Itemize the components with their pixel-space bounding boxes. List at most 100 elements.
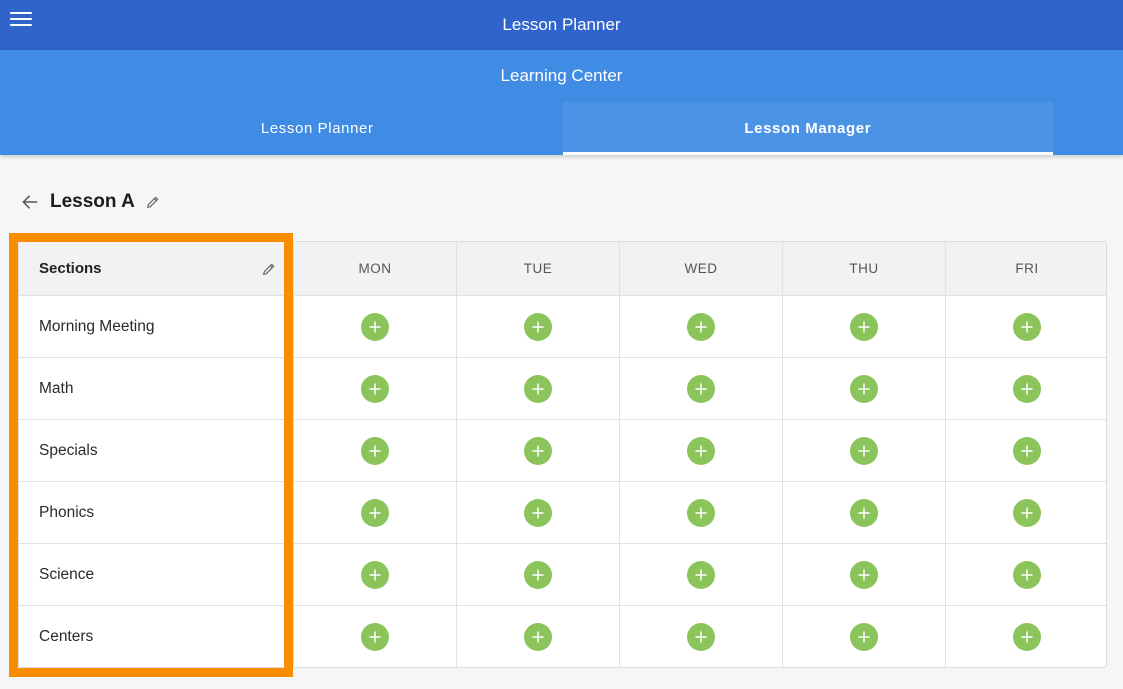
add-lesson-button[interactable] <box>687 374 715 403</box>
add-lesson-button[interactable] <box>524 623 552 651</box>
lesson-cell-mon <box>294 296 457 358</box>
plus-icon <box>369 320 381 333</box>
tab-lesson-manager[interactable]: Lesson Manager <box>562 102 1053 155</box>
plus-icon <box>1021 320 1033 333</box>
plus-icon <box>1021 631 1033 643</box>
add-lesson-button[interactable] <box>361 498 389 527</box>
lesson-cell-wed <box>620 296 783 358</box>
add-lesson-button[interactable] <box>850 560 878 589</box>
plus-icon <box>858 631 870 643</box>
add-lesson-button[interactable] <box>687 436 715 465</box>
pencil-icon[interactable] <box>261 261 277 277</box>
lesson-cell-wed <box>620 482 783 544</box>
section-row-label: Morning Meeting <box>19 296 294 358</box>
lesson-cell-fri <box>946 606 1106 667</box>
app-bar: Lesson Planner <box>0 0 1123 50</box>
day-header-thu: THU <box>783 242 946 296</box>
plus-icon <box>532 444 544 457</box>
plus-icon <box>1021 444 1033 457</box>
add-lesson-button[interactable] <box>361 312 389 341</box>
add-lesson-button[interactable] <box>524 498 552 527</box>
tab-lesson-planner[interactable]: Lesson Planner <box>72 102 563 155</box>
lesson-cell-wed <box>620 544 783 606</box>
lesson-cell-thu <box>783 420 946 482</box>
section-row-label: Centers <box>19 606 294 667</box>
app-title: Lesson Planner <box>502 15 621 34</box>
add-lesson-button[interactable] <box>1013 374 1041 403</box>
add-lesson-button[interactable] <box>850 374 878 403</box>
plus-icon <box>369 444 381 457</box>
lesson-grid: Sections MON TUE WED THU FRI Morning Mee… <box>18 241 1107 668</box>
day-header-fri: FRI <box>946 242 1106 296</box>
add-lesson-button[interactable] <box>1013 312 1041 341</box>
tab-bar: Lesson Planner Lesson Manager <box>72 102 1053 155</box>
add-lesson-button[interactable] <box>1013 623 1041 651</box>
day-header-tue: TUE <box>457 242 620 296</box>
lesson-cell-tue <box>457 482 620 544</box>
add-lesson-button[interactable] <box>524 374 552 403</box>
add-lesson-button[interactable] <box>1013 560 1041 589</box>
section-row-label: Specials <box>19 420 294 482</box>
section-row-label: Phonics <box>19 482 294 544</box>
add-lesson-button[interactable] <box>524 560 552 589</box>
lesson-cell-mon <box>294 606 457 667</box>
add-lesson-button[interactable] <box>850 312 878 341</box>
plus-icon <box>532 631 544 643</box>
lesson-cell-mon <box>294 544 457 606</box>
plus-icon <box>369 382 381 395</box>
lesson-title: Lesson A <box>50 191 135 212</box>
center-header: Learning Center Lesson Planner Lesson Ma… <box>0 50 1123 155</box>
add-lesson-button[interactable] <box>361 560 389 589</box>
lesson-cell-thu <box>783 544 946 606</box>
lesson-cell-thu <box>783 482 946 544</box>
add-lesson-button[interactable] <box>361 623 389 651</box>
add-lesson-button[interactable] <box>687 623 715 651</box>
lesson-cell-tue <box>457 420 620 482</box>
lesson-cell-fri <box>946 482 1106 544</box>
lesson-cell-thu <box>783 606 946 667</box>
plus-icon <box>695 382 707 395</box>
plus-icon <box>695 506 707 519</box>
lesson-cell-mon <box>294 482 457 544</box>
add-lesson-button[interactable] <box>524 312 552 341</box>
add-lesson-button[interactable] <box>687 312 715 341</box>
add-lesson-button[interactable] <box>361 436 389 465</box>
menu-icon[interactable] <box>10 12 32 30</box>
plus-icon <box>532 382 544 395</box>
plus-icon <box>695 631 707 643</box>
plus-icon <box>695 444 707 457</box>
arrow-left-icon[interactable] <box>20 192 40 212</box>
add-lesson-button[interactable] <box>850 436 878 465</box>
lesson-cell-wed <box>620 358 783 420</box>
add-lesson-button[interactable] <box>1013 498 1041 527</box>
plus-icon <box>858 320 870 333</box>
add-lesson-button[interactable] <box>687 560 715 589</box>
lesson-cell-thu <box>783 296 946 358</box>
plus-icon <box>532 568 544 581</box>
plus-icon <box>858 506 870 519</box>
add-lesson-button[interactable] <box>687 498 715 527</box>
add-lesson-button[interactable] <box>850 623 878 651</box>
add-lesson-button[interactable] <box>1013 436 1041 465</box>
lesson-cell-thu <box>783 358 946 420</box>
sections-header-label: Sections <box>39 260 102 277</box>
plus-icon <box>369 631 381 643</box>
lesson-cell-mon <box>294 358 457 420</box>
add-lesson-button[interactable] <box>850 498 878 527</box>
center-title: Learning Center <box>500 66 623 85</box>
lesson-cell-tue <box>457 544 620 606</box>
day-header-mon: MON <box>294 242 457 296</box>
section-row-label: Math <box>19 358 294 420</box>
plus-icon <box>695 568 707 581</box>
plus-icon <box>695 320 707 333</box>
lesson-cell-tue <box>457 296 620 358</box>
plus-icon <box>858 382 870 395</box>
add-lesson-button[interactable] <box>361 374 389 403</box>
lesson-cell-fri <box>946 296 1106 358</box>
lesson-cell-fri <box>946 544 1106 606</box>
pencil-icon[interactable] <box>145 194 161 210</box>
add-lesson-button[interactable] <box>524 436 552 465</box>
sections-header: Sections <box>19 242 294 296</box>
lesson-title-row: Lesson A <box>20 188 161 216</box>
lesson-cell-mon <box>294 420 457 482</box>
